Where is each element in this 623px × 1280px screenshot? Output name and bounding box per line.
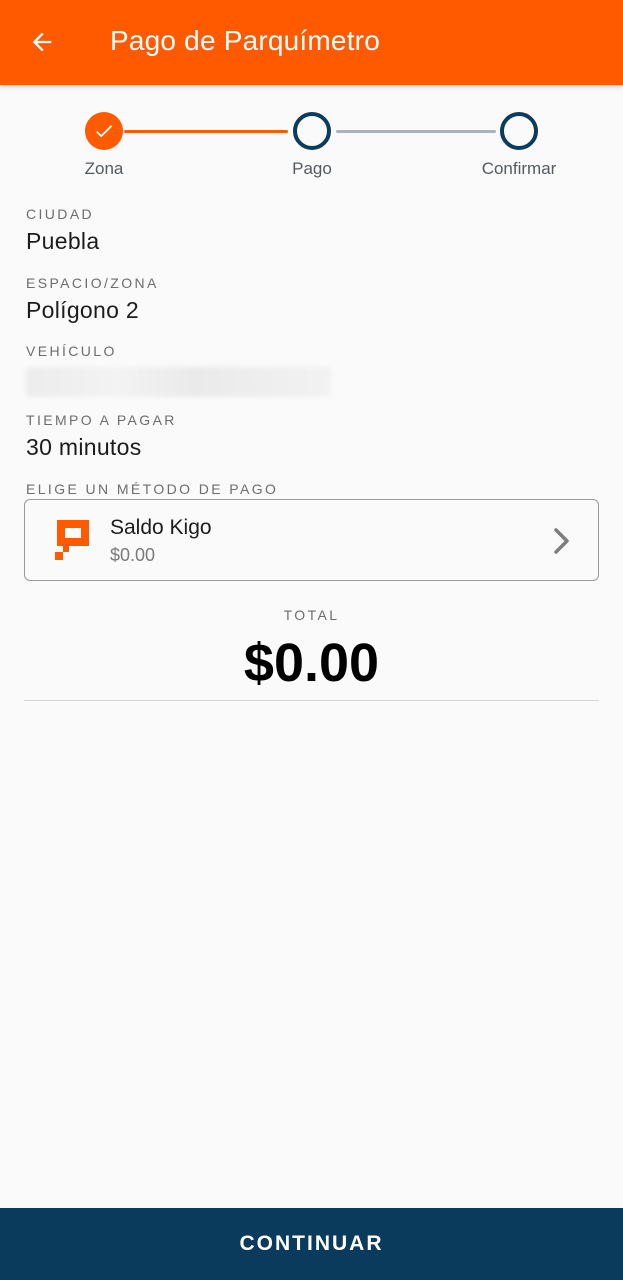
total-label: TOTAL [283, 607, 340, 623]
step-pending-circle [500, 112, 538, 150]
zone-field: ESPACIO/ZONA Polígono 2 [26, 275, 159, 324]
time-field: TIEMPO A PAGAR 30 minutos [26, 412, 177, 461]
step-zona: Zona [44, 112, 164, 179]
kigo-logo-icon [55, 520, 89, 560]
zone-value: Polígono 2 [26, 297, 139, 323]
payment-method-balance: $0.00 [110, 545, 156, 565]
check-icon [96, 125, 113, 138]
payment-method-name: Saldo Kigo [110, 516, 212, 539]
step-done-circle [85, 112, 123, 150]
payment-section-label: ELIGE UN MÉTODO DE PAGO [26, 481, 279, 497]
city-label: CIUDAD [26, 206, 95, 222]
step-label: Zona [84, 159, 124, 178]
city-value: Puebla [26, 228, 100, 254]
total-amount: $0.00 [243, 633, 380, 693]
step-label: Pago [292, 159, 332, 178]
step-label: Confirmar [481, 159, 557, 178]
divider [24, 700, 599, 701]
payment-section: ELIGE UN MÉTODO DE PAGO [26, 481, 278, 497]
back-button[interactable] [22, 22, 62, 62]
continue-button[interactable]: CONTINUAR [0, 1208, 623, 1280]
vehicle-value-redacted [26, 367, 331, 397]
time-value: 30 minutos [26, 434, 142, 460]
time-label: TIEMPO A PAGAR [26, 412, 177, 428]
chevron-right-icon [554, 528, 569, 554]
vehicle-label: VEHÍCULO [26, 343, 117, 359]
progress-stepper: Zona Pago Confirmar [0, 112, 623, 192]
page-title: Pago de Parquímetro [110, 25, 380, 56]
payment-method-card[interactable]: Saldo Kigo $0.00 [24, 499, 599, 581]
step-pago: Pago [252, 112, 372, 179]
step-pending-circle [293, 112, 331, 150]
app-screen: Pago de Parquímetro Zona Pago Confirmar … [0, 0, 623, 1280]
arrow-left-icon [32, 32, 52, 52]
step-confirmar: Confirmar [459, 112, 579, 179]
app-bar: Pago de Parquímetro [0, 0, 623, 85]
zone-label: ESPACIO/ZONA [26, 275, 159, 291]
city-field: CIUDAD Puebla [26, 206, 99, 255]
vehicle-field: VEHÍCULO [26, 343, 331, 397]
